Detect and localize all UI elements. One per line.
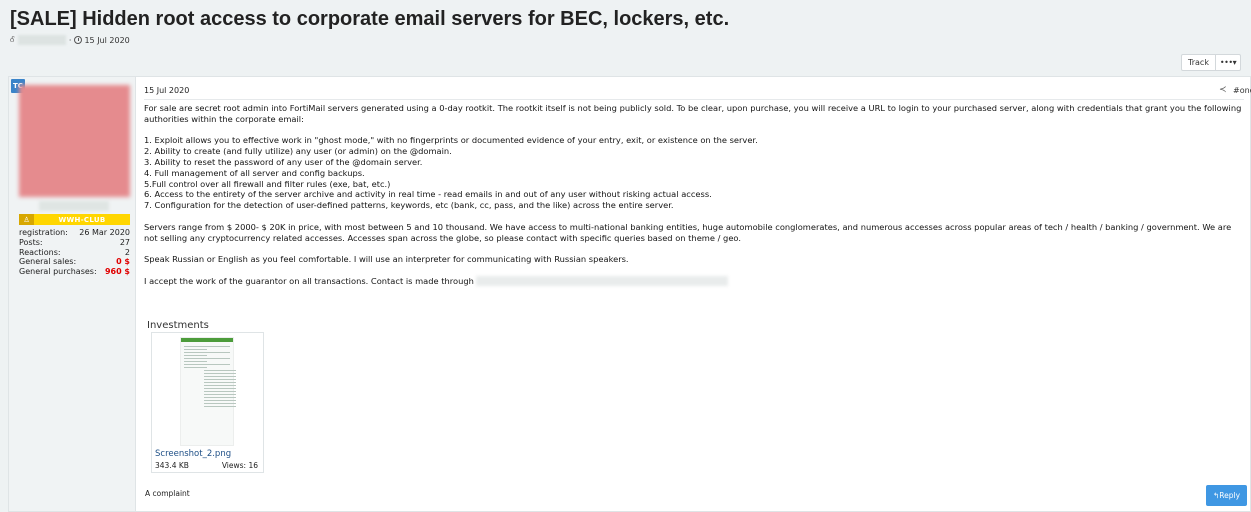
thread-title: [SALE] Hidden root access to corporate e… [10, 8, 730, 30]
list-item: 4. Full management of all server and con… [144, 167, 365, 178]
stat-label: Reactions: [19, 247, 61, 257]
share-icon[interactable]: ≺ [1219, 85, 1227, 95]
stat-label: Posts: [19, 237, 43, 247]
thread-meta: Ꮄ · 15 Jul 2020 [10, 35, 130, 45]
thread-author-blurred[interactable] [17, 35, 66, 45]
stat-value: 26 Mar 2020 [79, 228, 130, 237]
post-main: 15 Jul 2020 ≺ #one For sale are secret r… [144, 77, 1251, 511]
attachment-card[interactable]: Screenshot_2.png 343.4 KB Views: 16 [151, 332, 264, 473]
stat-value: 2 [124, 247, 130, 257]
stat-general-purchases: General purchases: 960 $ [19, 267, 130, 277]
stat-label: General sales: [19, 257, 77, 267]
stat-general-sales: General sales: 0 $ [19, 257, 130, 267]
stat-registration: registration: 26 Mar 2020 [19, 228, 130, 238]
thread-header: [SALE] Hidden root access to corporate e… [0, 0, 1251, 76]
user-group-label: WWH-CLUB [58, 215, 106, 224]
post-divider [144, 99, 1244, 100]
attachment-filename[interactable]: Screenshot_2.png [155, 449, 231, 459]
track-button[interactable]: Track [1181, 54, 1216, 71]
clock-icon [74, 36, 83, 44]
post-language: Speak Russian or English as you feel com… [144, 254, 629, 265]
username-blurred[interactable] [39, 201, 109, 211]
attachment-thumbnail[interactable] [180, 337, 237, 446]
contact-link-blurred[interactable] [475, 276, 728, 287]
thread-date[interactable]: 15 Jul 2020 [84, 36, 129, 45]
list-item: 3. Ability to reset the password of any … [144, 156, 423, 167]
post-intro: For sale are secret root admin into Fort… [144, 103, 1242, 124]
user-group-banner: ♙ WWH-CLUB [19, 214, 130, 225]
post-user-sidebar: TC ♙ WWH-CLUB registration: 26 Mar 2020 … [9, 77, 136, 511]
list-item: 2. Ability to create (and fully utilize)… [144, 146, 452, 157]
post: TC ♙ WWH-CLUB registration: 26 Mar 2020 … [8, 76, 1251, 512]
complaint-link[interactable]: A complaint [145, 489, 190, 498]
post-date[interactable]: 15 Jul 2020 [144, 86, 189, 95]
attachments-heading: Investments [147, 320, 209, 331]
stat-value: 0 $ [116, 257, 130, 267]
attachment-views: Views: 16 [221, 461, 258, 470]
list-item: 5.Full control over all firewall and fil… [144, 178, 391, 189]
user-icon: ♙ [19, 214, 34, 225]
stat-label: General purchases: [19, 267, 97, 277]
user-stats: registration: 26 Mar 2020 Posts: 27 Reac… [19, 228, 130, 277]
post-pricing: Servers range from $ 2000- $ 20K in pric… [144, 221, 1232, 243]
stat-posts: Posts: 27 [19, 238, 130, 248]
stat-value: 960 $ [104, 267, 130, 277]
post-number-link[interactable]: #one [1233, 86, 1251, 95]
post-contact: I accept the work of the guarantor on al… [144, 276, 1244, 287]
reply-button[interactable]: ↰Reply [1206, 485, 1247, 506]
list-item: 1. Exploit allows you to effective work … [144, 135, 758, 146]
stat-value: 27 [119, 237, 130, 247]
stat-reactions: Reactions: 2 [19, 248, 130, 258]
avatar[interactable] [19, 85, 130, 197]
more-options-button[interactable]: •••▾ [1216, 54, 1241, 71]
stat-label: registration: [19, 228, 68, 237]
thread-author-initial[interactable]: Ꮄ [10, 35, 15, 45]
list-item: 6. Access to the entirety of the server … [144, 189, 712, 200]
list-item: 7. Configuration for the detection of us… [144, 200, 674, 211]
post-body: For sale are secret root admin into Fort… [144, 103, 1244, 287]
meta-dot: · [68, 35, 72, 45]
attachment-size: 343.4 KB [155, 461, 189, 470]
post-contact-text: I accept the work of the guarantor on al… [144, 275, 474, 286]
